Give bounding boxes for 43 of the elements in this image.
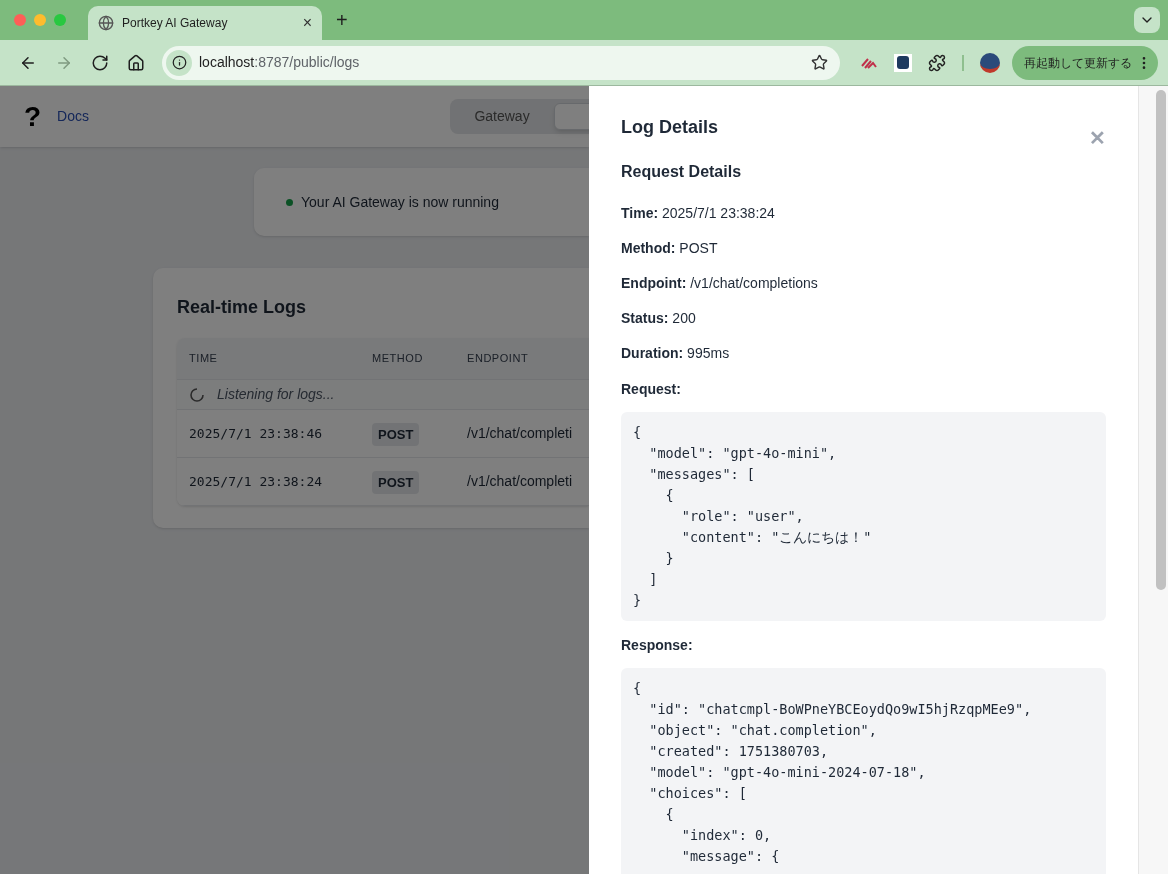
browser-tab[interactable]: Portkey AI Gateway × xyxy=(88,6,322,40)
scrollbar[interactable] xyxy=(1138,86,1168,874)
docs-link[interactable]: Docs xyxy=(57,106,89,127)
address-bar[interactable]: localhost:8787/public/logs xyxy=(162,45,840,80)
time-cell-text: 2025/7/1 23:38:24 xyxy=(188,472,324,491)
detail-field: Time: 2025/7/1 23:38:24 xyxy=(621,204,1106,223)
extension-icon[interactable] xyxy=(894,53,912,72)
logs-title: Real-time Logs xyxy=(177,296,308,319)
detail-field: Status: 200 xyxy=(621,309,1106,328)
home-icon xyxy=(127,53,145,72)
request-code-block: { "model": "gpt-4o-mini", "messages": [ { "role": "user", "content": "こんにちは！" } ] } xyxy=(621,412,1106,621)
endpoint-cell-text: /v1/chat/completi xyxy=(467,472,573,491)
profile-avatar[interactable] xyxy=(980,52,1000,73)
tab-title: Portkey AI Gateway xyxy=(122,15,229,32)
bookmark-star-icon[interactable] xyxy=(811,54,828,71)
globe-icon xyxy=(98,15,114,31)
panel-title: Log Details xyxy=(621,116,718,139)
extensions-icon[interactable] xyxy=(928,53,946,72)
help-icon[interactable]: ? xyxy=(24,102,42,131)
method-badge: POST xyxy=(372,422,420,446)
response-label: Response: xyxy=(621,636,694,655)
listening-text: Listening for logs... xyxy=(217,385,335,404)
column-header: ENDPOINT xyxy=(467,351,530,367)
reload-icon xyxy=(91,53,109,72)
detail-field: Duration: 995ms xyxy=(621,344,1106,363)
column-header: TIME xyxy=(188,351,219,367)
status-text: Your AI Gateway is now running xyxy=(301,192,499,212)
endpoint-cell-text: /v1/chat/completi xyxy=(467,424,573,443)
response-code-block: { "id": "chatcmpl-BoWPneYBCEoydQo9wI5hjRzqpMEe9", "object": "chat.completion", "created": 1751380703, "model": "gpt-4o-mini-2024-07-18", "choices": [ { "index": 0, "message": { xyxy=(621,668,1106,874)
tab-list-button[interactable] xyxy=(1134,7,1160,33)
info-icon[interactable] xyxy=(171,55,187,70)
tab-close-button[interactable]: × xyxy=(302,15,312,31)
url-text: localhost:8787/public/logs xyxy=(199,53,361,72)
time-cell-text: 2025/7/1 23:38:46 xyxy=(188,424,324,443)
column-header: METHOD xyxy=(372,351,424,367)
section-title: Request Details xyxy=(621,162,743,182)
method-badge: POST xyxy=(372,470,420,494)
detail-field: Endpoint: /v1/chat/completions xyxy=(621,274,1106,293)
detail-field: Method: POST xyxy=(621,239,1106,258)
new-tab-button[interactable]: + xyxy=(336,10,348,30)
update-button[interactable]: 再起動して更新する xyxy=(1012,45,1158,80)
request-label: Request: xyxy=(621,380,682,399)
loading-spinner-icon xyxy=(189,386,205,403)
